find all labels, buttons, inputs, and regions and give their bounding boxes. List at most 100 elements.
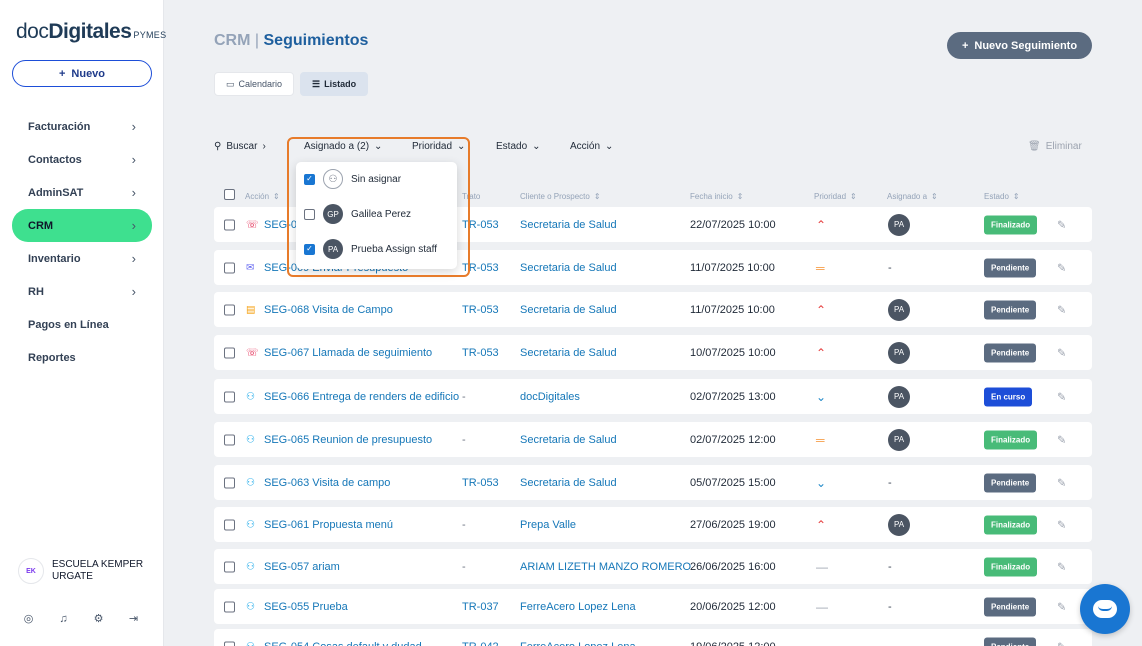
row-checkbox[interactable] [224,477,235,488]
row-checkbox[interactable] [224,601,235,612]
trato-link: - [462,390,466,403]
row-checkbox[interactable] [224,434,235,445]
action-link[interactable]: SEG-055 Prueba [264,601,348,613]
avatar: PA [888,513,910,536]
app-logo[interactable]: docDigitales PYMES [16,20,166,44]
client-link[interactable]: Secretaria de Salud [520,434,617,446]
select-all-checkbox[interactable] [224,189,235,200]
table-row[interactable]: ⚇ SEG-054 Cosas default y dudad TR-042 Ferr… [214,629,1092,646]
table-row[interactable]: ⚇ SEG-057 ariam - ARIAM LIZETH MANZO ROMERO… [214,549,1092,584]
client-link[interactable]: Secretaria de Salud [520,219,617,231]
trato-link[interactable]: TR-053 [462,477,499,489]
search-filter[interactable]: ⚲ Buscar › [214,141,266,152]
tab-calendar[interactable]: ▭ Calendario [214,72,295,96]
edit-icon[interactable]: ✎ [1057,476,1066,489]
row-checkbox[interactable] [224,641,235,646]
column-header-date[interactable]: Fecha inicio ⇕ [690,192,743,201]
trato-link[interactable]: TR-053 [462,347,499,359]
client-link[interactable]: FerreAcero Lopez Lena [520,641,636,646]
status-badge: Pendiente [984,473,1037,492]
action-filter[interactable]: Acción ⌄ [570,141,613,152]
client-link[interactable]: FerreAcero Lopez Lena [520,601,636,613]
row-checkbox[interactable] [224,561,235,572]
new-button[interactable]: + Nuevo [12,60,152,87]
edit-icon[interactable]: ✎ [1057,346,1066,359]
edit-icon[interactable]: ✎ [1057,218,1066,231]
column-header-client[interactable]: Cliente o Prospecto ⇕ [520,192,601,201]
client-link[interactable]: Secretaria de Salud [520,304,617,316]
sidebar-item-contactos[interactable]: Contactos › [12,143,152,176]
column-header-assigned[interactable]: Asignado a ⇕ [887,192,938,201]
sidebar-item-adminsat[interactable]: AdminSAT › [12,176,152,209]
column-header-priority[interactable]: Prioridad ⇕ [814,192,857,201]
bell-icon[interactable]: ♫ [57,612,70,625]
phone-icon: ☏ [246,219,259,230]
client-link[interactable]: Secretaria de Salud [520,347,617,359]
sidebar-item-inventario[interactable]: Inventario › [12,242,152,275]
action-link[interactable]: SEG-057 ariam [264,561,340,573]
status-filter[interactable]: Estado ⌄ [496,141,541,152]
chevron-right-icon: › [131,119,136,134]
chat-button[interactable] [1080,584,1130,634]
table-row[interactable]: ⚇ SEG-066 Entrega de renders de edificio -… [214,379,1092,414]
edit-icon[interactable]: ✎ [1057,640,1066,646]
trato-link[interactable]: TR-037 [462,601,499,613]
action-link[interactable]: SEG-067 Llamada de seguimiento [264,347,432,359]
edit-icon[interactable]: ✎ [1057,600,1066,613]
client-link[interactable]: Secretaria de Salud [520,262,617,274]
sidebar-item-reportes[interactable]: Reportes [12,341,152,374]
user-circle-icon[interactable]: ◎ [22,612,35,625]
row-checkbox[interactable] [224,519,235,530]
client-link[interactable]: Prepa Valle [520,519,576,531]
logout-icon[interactable]: ⇥ [127,612,140,625]
company-switcher[interactable]: EK ESCUELA KEMPER URGATE [18,558,152,584]
client-link[interactable]: ARIAM LIZETH MANZO ROMERO [520,561,691,573]
table-row[interactable]: ⚇ SEG-061 Propuesta menú - Prepa Valle 27/06… [214,507,1092,542]
action-link[interactable]: SEG-061 Propuesta menú [264,519,393,531]
trato-link[interactable]: TR-042 [462,641,499,646]
trato-link[interactable]: TR-053 [462,304,499,316]
row-checkbox[interactable] [224,304,235,315]
sidebar-item-rh[interactable]: RH › [12,275,152,308]
table-row[interactable]: ⚇ SEG-063 Visita de campo TR-053 Secretaria… [214,465,1092,500]
start-date: 11/07/2025 10:00 [690,303,775,316]
tab-list[interactable]: ☰ Listado [300,72,369,96]
breadcrumb-section[interactable]: CRM [214,32,250,49]
start-date: 11/07/2025 10:00 [690,261,775,274]
edit-icon[interactable]: ✎ [1057,560,1066,573]
client-link[interactable]: docDigitales [520,391,580,403]
edit-icon[interactable]: ✎ [1057,518,1066,531]
action-link[interactable]: SEG-063 Visita de campo [264,477,390,489]
sidebar-item-facturaci-n[interactable]: Facturación › [12,110,152,143]
column-header-status[interactable]: Estado ⇕ [984,192,1020,201]
people-icon: ⚇ [246,641,255,646]
row-checkbox[interactable] [224,347,235,358]
table-row[interactable]: ⚇ SEG-065 Reunion de presupuesto - Secretar… [214,422,1092,457]
sidebar-item-pagos-en-l-nea[interactable]: Pagos en Línea [12,308,152,341]
edit-icon[interactable]: ✎ [1057,433,1066,446]
sidebar-item-crm[interactable]: CRM › [12,209,152,242]
column-label: Prioridad [814,192,847,201]
company-logo: EK [18,558,44,584]
action-link[interactable]: SEG-065 Reunion de presupuesto [264,434,432,446]
action-link[interactable]: SEG-054 Cosas default y dudad [264,641,422,646]
new-followup-button[interactable]: + Nuevo Seguimiento [947,32,1092,59]
table-row[interactable]: ⚇ SEG-055 Prueba TR-037 FerreAcero Lopez Le… [214,589,1092,624]
sort-icon: ⇕ [593,192,601,201]
table-row[interactable]: ▤ SEG-068 Visita de Campo TR-053 Secretaria… [214,292,1092,327]
action-link[interactable]: SEG-068 Visita de Campo [264,304,393,316]
row-checkbox[interactable] [224,262,235,273]
trash-icon: 🗑 [1028,141,1041,152]
edit-icon[interactable]: ✎ [1057,303,1066,316]
column-header-action[interactable]: Acción ⇕ [245,192,280,201]
delete-button[interactable]: 🗑 Eliminar [1028,141,1082,152]
action-link[interactable]: SEG-066 Entrega de renders de edificio [264,391,459,403]
column-label: Acción [245,192,270,201]
client-link[interactable]: Secretaria de Salud [520,477,617,489]
gear-icon[interactable]: ⚙ [92,612,105,625]
edit-icon[interactable]: ✎ [1057,390,1066,403]
table-row[interactable]: ☏ SEG-067 Llamada de seguimiento TR-053 Sec… [214,335,1092,370]
row-checkbox[interactable] [224,219,235,230]
row-checkbox[interactable] [224,391,235,402]
edit-icon[interactable]: ✎ [1057,261,1066,274]
